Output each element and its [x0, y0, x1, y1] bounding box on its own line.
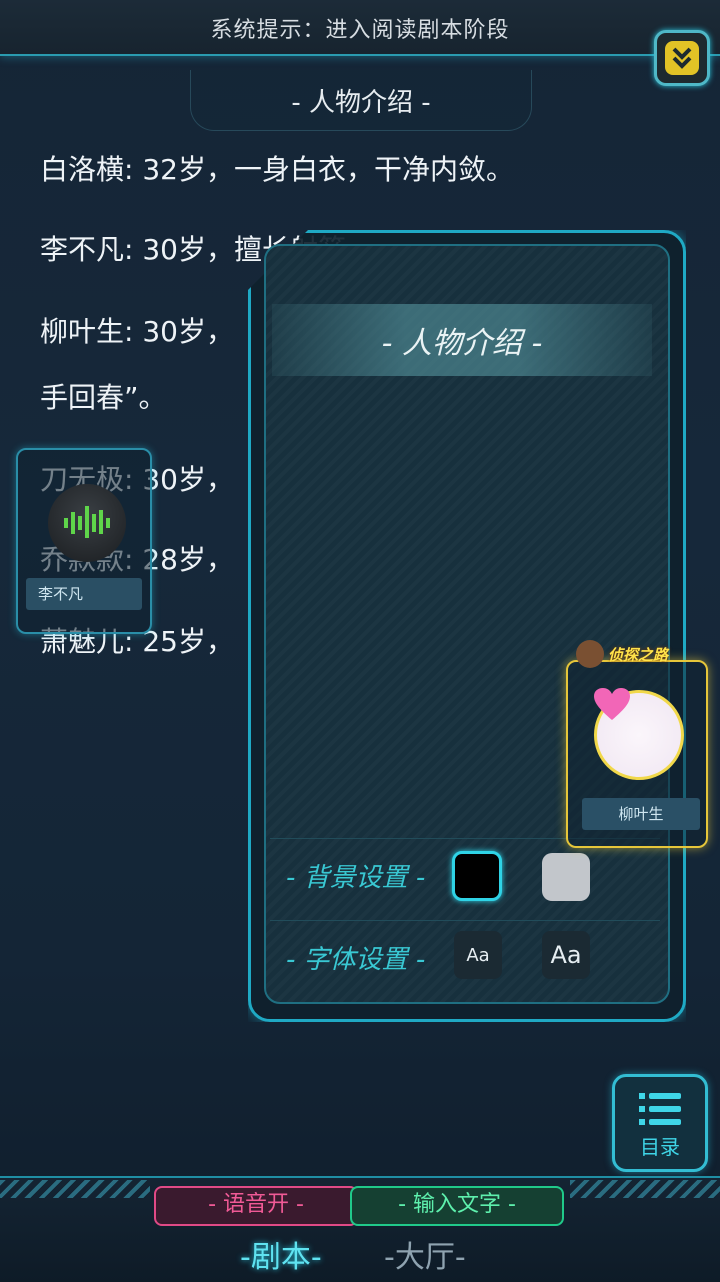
bg-color-gray-option[interactable] — [542, 853, 590, 901]
player-name: 李不凡 — [26, 578, 142, 610]
decor-stripes — [570, 1180, 720, 1198]
font-size-large-option[interactable]: Aa — [542, 931, 590, 979]
mascot-icon — [576, 640, 604, 668]
section-title: - 人物介绍 - — [291, 88, 431, 118]
background-setting-row: - 背景设置 - — [270, 838, 660, 915]
list-icon — [639, 1093, 681, 1125]
voice-wave-icon — [64, 506, 110, 538]
player-name: 柳叶生 — [582, 798, 700, 830]
system-prompt-bar: 系统提示：进入阅读剧本阶段 — [0, 0, 720, 56]
voice-toggle-button[interactable]: - 语音开 - — [154, 1186, 358, 1226]
collapse-button[interactable] — [654, 30, 710, 86]
font-setting-row: - 字体设置 - Aa Aa — [270, 920, 660, 997]
catalog-button[interactable]: 目录 — [612, 1074, 708, 1172]
double-chevron-down-icon — [665, 41, 699, 75]
section-header: - 人物介绍 - — [190, 70, 532, 131]
player-card-right[interactable]: 侦探之路 柳叶生 — [566, 640, 708, 848]
font-size-small-option[interactable]: Aa — [454, 931, 502, 979]
panel-title: - 人物介绍 - — [272, 304, 652, 376]
decor-stripes — [0, 1180, 150, 1198]
bg-color-black-option[interactable] — [452, 851, 502, 901]
banner-text: 侦探之路 — [608, 646, 669, 664]
font-setting-label: - 字体设置 - — [286, 945, 426, 975]
catalog-label: 目录 — [640, 1135, 680, 1159]
intro-line: 柳叶生: 30岁， — [40, 315, 234, 348]
player-card-left[interactable]: 李不凡 — [16, 448, 152, 634]
background-setting-label: - 背景设置 - — [286, 863, 426, 893]
text-input-button[interactable]: - 输入文字 - — [350, 1186, 564, 1226]
system-prompt-text: 系统提示：进入阅读剧本阶段 — [210, 18, 510, 43]
tab-lobby[interactable]: -大厅- — [384, 1232, 466, 1276]
intro-line: 白洛横: 32岁，一身白衣，干净内敛。 — [40, 153, 514, 186]
heart-icon — [594, 688, 630, 720]
tab-script[interactable]: -剧本- — [240, 1232, 322, 1276]
intro-line: 手回春”。 — [40, 381, 167, 414]
